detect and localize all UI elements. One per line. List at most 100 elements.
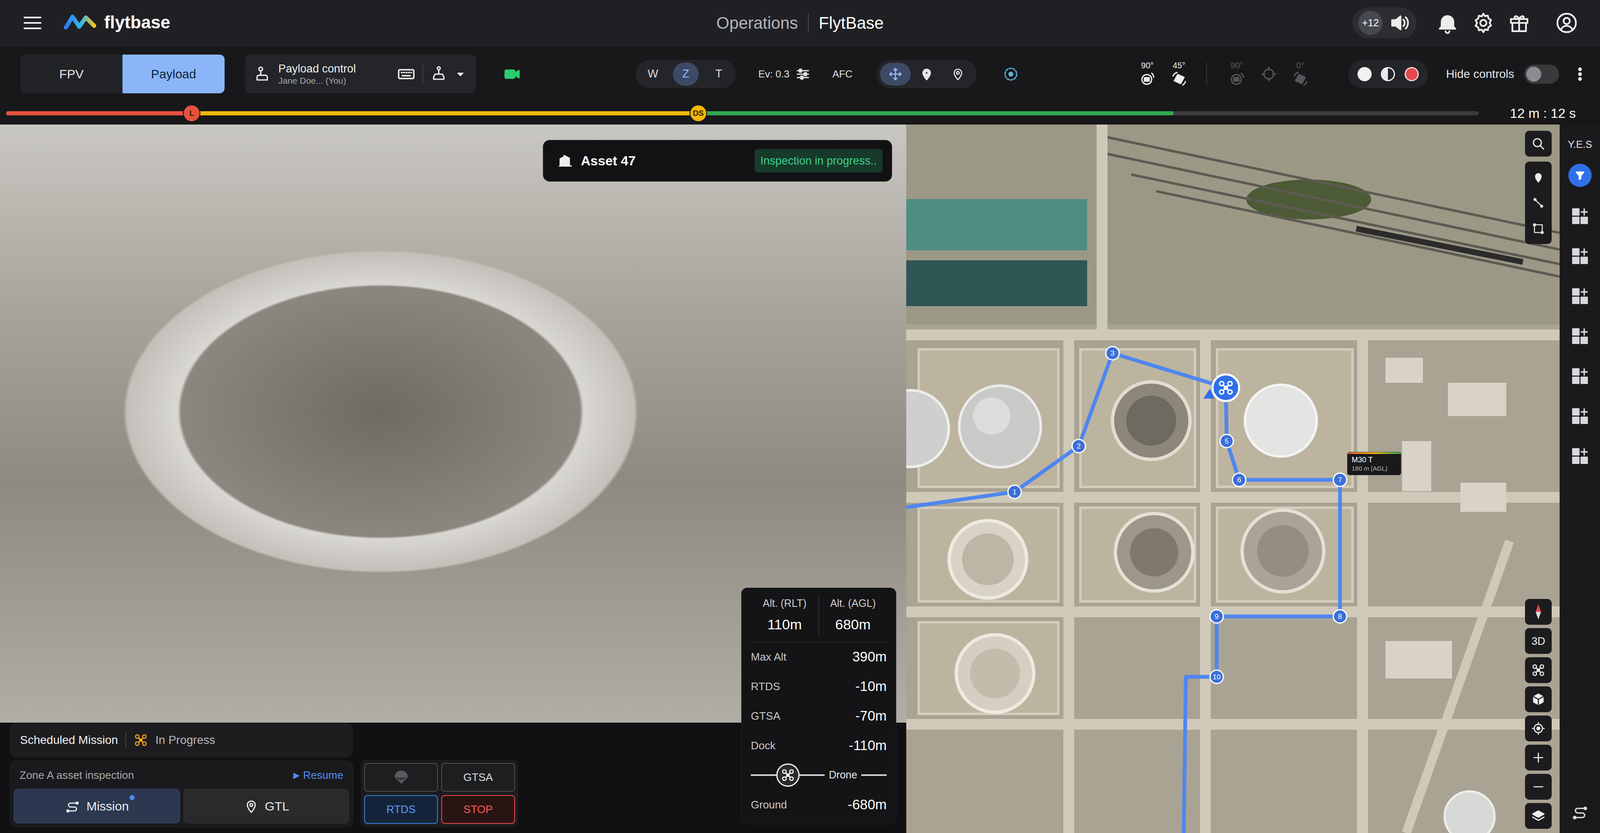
- organization-name[interactable]: FlytBase: [818, 12, 884, 33]
- resume-button[interactable]: ▶ Resume: [293, 767, 344, 784]
- locate-icon: [1531, 721, 1546, 736]
- user-icon[interactable]: [1555, 11, 1579, 35]
- area-tool[interactable]: [1525, 215, 1552, 242]
- waypoint[interactable]: 2: [1072, 439, 1086, 453]
- speaker-icon[interactable]: [1388, 11, 1411, 35]
- notification-dot: [129, 795, 135, 801]
- pin-tool[interactable]: [1525, 164, 1552, 190]
- route-icon[interactable]: [1570, 803, 1590, 822]
- gimbal-angle: 0°: [1296, 61, 1305, 70]
- waypoint[interactable]: 1: [1007, 485, 1022, 499]
- gtsa-button[interactable]: GTSA: [441, 763, 515, 793]
- locate-button[interactable]: [1525, 715, 1552, 742]
- mode-button[interactable]: [911, 62, 943, 86]
- drone-icon: [1531, 663, 1546, 678]
- drone-altitude-row: Drone: [750, 760, 887, 791]
- audio-control[interactable]: +12: [1352, 7, 1417, 39]
- asset-name: Asset 47: [580, 150, 636, 171]
- exposure-control[interactable]: Ev: 0.3: [758, 65, 812, 83]
- hide-controls-toggle[interactable]: [1524, 64, 1560, 84]
- map-canvas[interactable]: 1 2 3 5 6 7 8 9 10: [906, 124, 1560, 833]
- hide-controls[interactable]: Hide controls: [1446, 64, 1560, 84]
- panel-button[interactable]: [1570, 236, 1590, 277]
- fit-drone-button[interactable]: [1525, 657, 1552, 684]
- layers-button[interactable]: [1525, 803, 1552, 830]
- line-tool[interactable]: [1525, 190, 1552, 216]
- view-tab[interactable]: FPV: [20, 54, 123, 94]
- payload-control-user: Jane Doe... (You): [278, 75, 356, 86]
- mode-button[interactable]: [942, 62, 974, 86]
- dropdown-caret-icon[interactable]: [454, 67, 467, 81]
- panel-button[interactable]: [1570, 316, 1590, 357]
- photo-button[interactable]: [1357, 67, 1372, 82]
- more-icon[interactable]: [1571, 65, 1589, 83]
- gift-icon[interactable]: [1507, 11, 1531, 35]
- waypoint[interactable]: 6: [1232, 473, 1246, 487]
- gimbal-center-icon: [1260, 65, 1278, 83]
- payload-control[interactable]: Payload control Jane Doe... (You): [245, 54, 476, 94]
- mode-button[interactable]: [1380, 67, 1395, 82]
- zoom-option[interactable]: W: [640, 62, 666, 86]
- map-search-button[interactable]: [1525, 130, 1552, 157]
- drone-model: M30 T: [1351, 455, 1397, 465]
- drone-marker-icon[interactable]: [1203, 374, 1240, 402]
- timeline-marker[interactable]: L: [182, 104, 201, 123]
- altitude-row-value: -110m: [848, 735, 887, 757]
- view-3d-button[interactable]: 3D: [1525, 628, 1552, 655]
- gear-icon[interactable]: [1471, 11, 1495, 35]
- mission-button[interactable]: Mission: [13, 789, 180, 824]
- plus-icon: [1530, 750, 1546, 766]
- zoom-in-button[interactable]: [1525, 745, 1552, 771]
- orbit-icon[interactable]: [1002, 65, 1020, 83]
- line-icon: [1531, 196, 1545, 210]
- keyboard-icon[interactable]: [396, 64, 416, 84]
- panel-button[interactable]: [1570, 396, 1590, 437]
- panel-button[interactable]: [1570, 196, 1590, 237]
- panel-button[interactable]: [1570, 276, 1590, 317]
- sidebar-label[interactable]: Y.E.S: [1567, 137, 1593, 153]
- menu-icon[interactable]: [21, 12, 44, 34]
- drone-tooltip[interactable]: M30 T 180 m (AGL): [1347, 452, 1402, 476]
- logo[interactable]: flytbase: [63, 12, 171, 33]
- waypoint[interactable]: 8: [1333, 610, 1347, 624]
- gtl-button[interactable]: GTL: [183, 789, 350, 824]
- mode-button[interactable]: [880, 62, 911, 86]
- waypoint[interactable]: 3: [1105, 346, 1120, 360]
- zoom-out-button[interactable]: [1525, 774, 1552, 800]
- waypoint[interactable]: 10: [1210, 670, 1224, 684]
- waypoint[interactable]: 9: [1210, 610, 1224, 624]
- participants-badge[interactable]: +12: [1358, 10, 1383, 35]
- zoom-option[interactable]: T: [705, 62, 732, 86]
- controller-icon[interactable]: [430, 65, 448, 83]
- payload-control-icon: [254, 65, 272, 83]
- mission-route: [906, 353, 1340, 833]
- panel-button[interactable]: [1570, 356, 1590, 397]
- waypoint[interactable]: 7: [1333, 473, 1347, 487]
- view-tab[interactable]: Payload: [122, 54, 225, 94]
- timeline-marker[interactable]: DS: [689, 104, 708, 123]
- altitude-row: GTSA-70m: [750, 701, 887, 732]
- zoom-option[interactable]: Z: [672, 62, 699, 86]
- sliders-icon[interactable]: [794, 65, 812, 83]
- add-widget-icon: [1570, 206, 1590, 226]
- gimbal-button[interactable]: 90°: [1135, 61, 1160, 88]
- compass-button[interactable]: [1525, 599, 1552, 625]
- mission-card: Scheduled Mission In Progress Zone A ass…: [10, 722, 353, 828]
- map[interactable]: 1 2 3 5 6 7 8 9 10 M30 T 180 m (AGL) 3D: [906, 124, 1560, 833]
- cube-icon: [1531, 692, 1546, 707]
- waypoint[interactable]: 5: [1220, 434, 1234, 448]
- bell-icon[interactable]: [1435, 11, 1460, 35]
- autofocus-button[interactable]: AFC: [832, 66, 853, 82]
- timeline-track[interactable]: LDS: [6, 111, 1479, 116]
- stop-button[interactable]: STOP: [441, 795, 515, 825]
- fit-dock-button[interactable]: [1525, 686, 1552, 713]
- video-camera-icon[interactable]: [503, 65, 521, 83]
- payload-divider: [422, 63, 424, 85]
- drone-altitude: 180 m (AGL): [1351, 465, 1397, 473]
- panel-button[interactable]: [1570, 436, 1590, 477]
- filter-button[interactable]: [1568, 163, 1592, 188]
- record-button[interactable]: [1404, 67, 1419, 82]
- gimbal-angle: 45°: [1172, 61, 1186, 70]
- gimbal-button[interactable]: 45°: [1167, 61, 1191, 88]
- rtds-button[interactable]: RTDS: [364, 795, 438, 825]
